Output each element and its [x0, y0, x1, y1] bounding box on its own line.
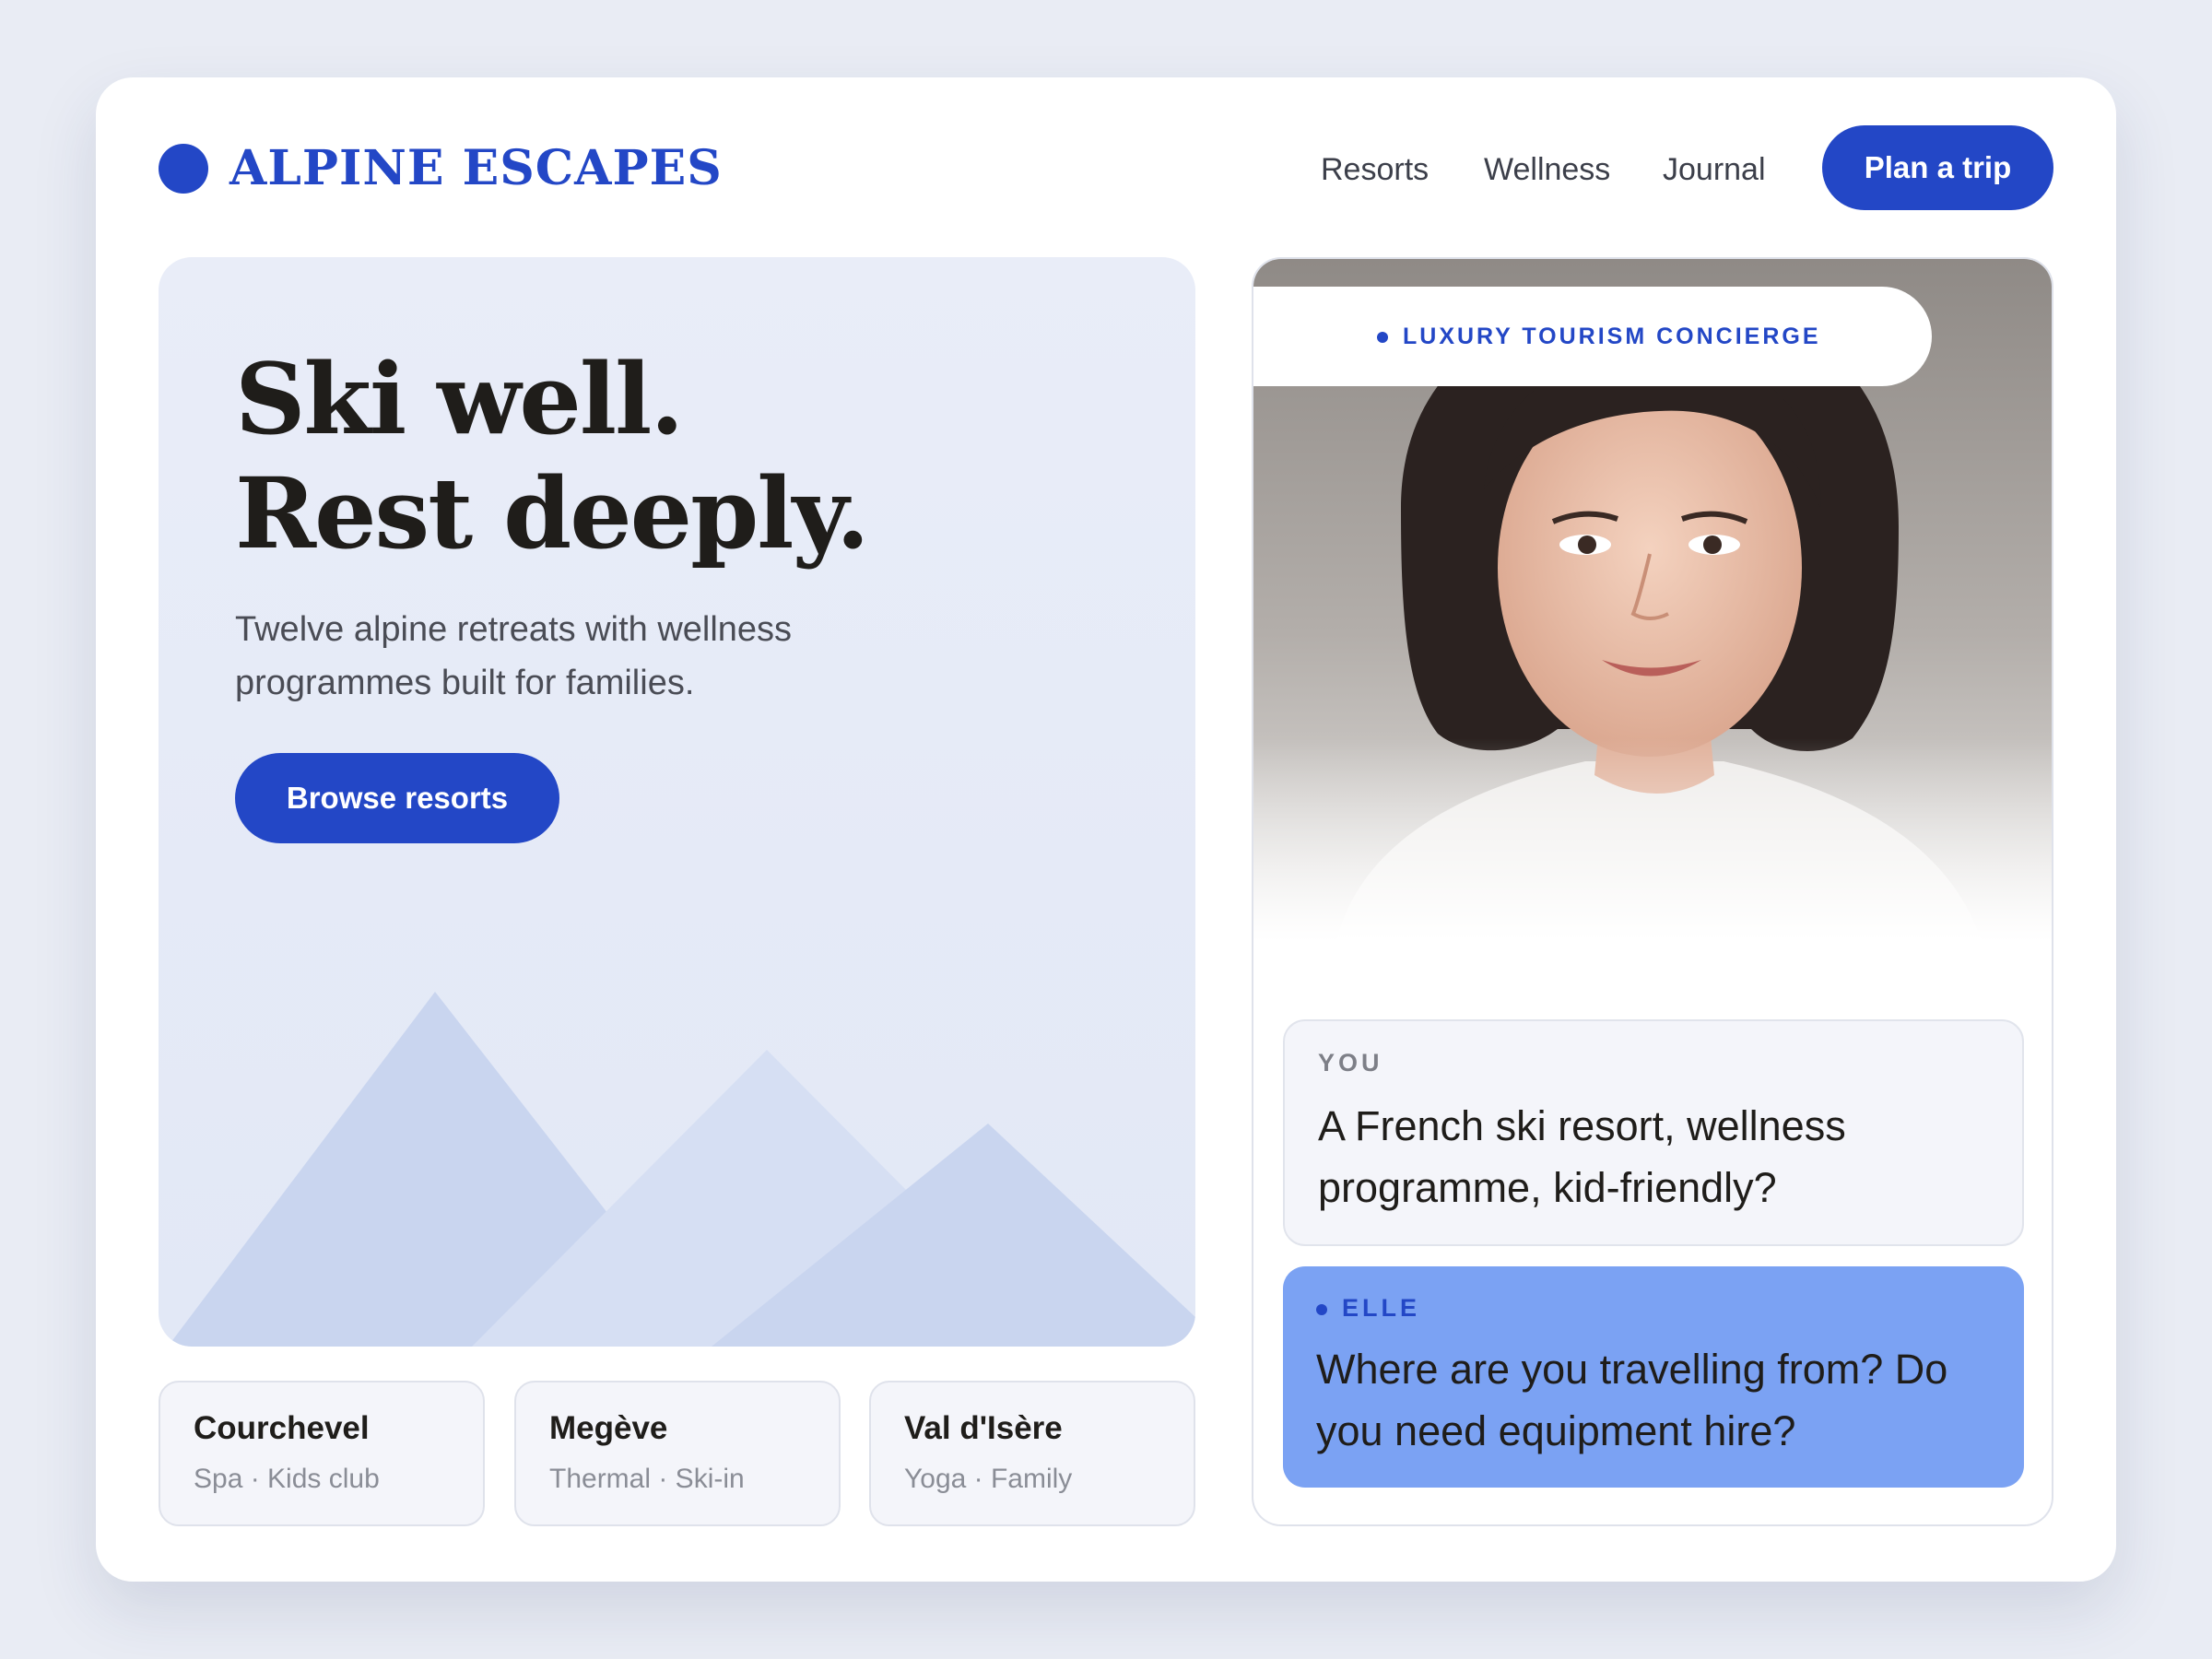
hero-title-line-2: Rest deeply.: [235, 455, 870, 571]
resort-tags: Spa · Kids club: [194, 1464, 380, 1494]
message-sender: ELLE: [1342, 1294, 1421, 1322]
nav-link-journal[interactable]: Journal: [1663, 142, 1766, 197]
resort-name: Courchevel: [194, 1410, 370, 1446]
user-message: YOU A French ski resort, wellness progra…: [1283, 1019, 2024, 1246]
message-text: A French ski resort, wellness programme,…: [1318, 1102, 1846, 1211]
assistant-message: ELLE Where are you travelling from? Do y…: [1283, 1266, 2024, 1488]
resort-card-val-disere[interactable]: Val d'Isère Yoga · Family: [869, 1381, 1195, 1526]
concierge-panel: LUXURY TOURISM CONCIERGE YOU A French sk…: [1252, 257, 2053, 1526]
resort-tags: Thermal · Ski-in: [549, 1464, 745, 1494]
concierge-badge: LUXURY TOURISM CONCIERGE: [1253, 287, 1932, 386]
live-indicator-dot: [1377, 332, 1388, 343]
app-frame: ALPINE ESCAPES Resorts Wellness Journal …: [96, 77, 2116, 1582]
browse-resorts-button[interactable]: Browse resorts: [235, 753, 559, 843]
hero-title-line-1: Ski well.: [235, 341, 684, 456]
resort-tags: Yoga · Family: [904, 1464, 1073, 1494]
concierge-badge-label: LUXURY TOURISM CONCIERGE: [1403, 324, 1821, 349]
nav-link-wellness[interactable]: Wellness: [1484, 142, 1610, 197]
hero-panel: Ski well. Rest deeply. Twelve alpine ret…: [159, 257, 1195, 1347]
assistant-indicator-dot: [1316, 1304, 1327, 1315]
resort-card-megeve[interactable]: Megève Thermal · Ski-in: [514, 1381, 841, 1526]
plan-trip-button[interactable]: Plan a trip: [1822, 125, 2053, 210]
hero-subtitle: Twelve alpine retreats with wellness pro…: [235, 610, 793, 702]
resort-name: Val d'Isère: [904, 1410, 1063, 1446]
brand-logo[interactable]: ALPINE ESCAPES: [229, 136, 723, 201]
message-text: Where are you travelling from? Do you ne…: [1316, 1346, 1948, 1454]
message-sender: YOU: [1318, 1049, 1383, 1077]
resort-name: Megève: [549, 1410, 668, 1446]
hero-title: Ski well. Rest deeply.: [235, 341, 870, 571]
resort-card-courchevel[interactable]: Courchevel Spa · Kids club: [159, 1381, 485, 1526]
nav-link-resorts[interactable]: Resorts: [1321, 142, 1429, 197]
logo-mark: [159, 144, 208, 194]
